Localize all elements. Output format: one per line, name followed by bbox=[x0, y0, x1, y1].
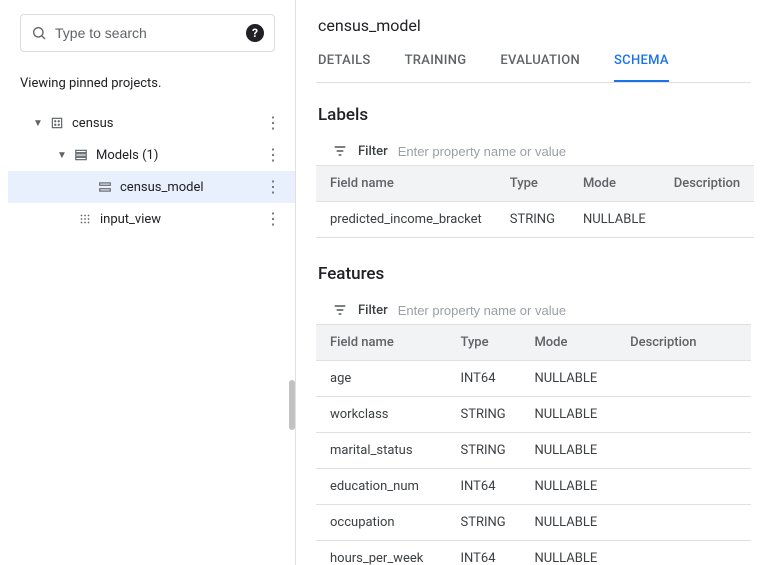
search-container: ? bbox=[20, 14, 275, 52]
table-row: education_numINT64NULLABLE bbox=[316, 469, 751, 505]
cell-type: INT64 bbox=[447, 361, 521, 397]
tab-training[interactable]: TRAINING bbox=[405, 53, 467, 82]
cell-desc bbox=[616, 505, 751, 541]
cell-mode: NULLABLE bbox=[520, 505, 616, 541]
col-type: Type bbox=[447, 325, 521, 361]
models-group-icon bbox=[72, 148, 90, 162]
tab-schema[interactable]: SCHEMA bbox=[614, 53, 669, 82]
table-row: ageINT64NULLABLE bbox=[316, 361, 751, 397]
table-row: marital_statusSTRINGNULLABLE bbox=[316, 433, 751, 469]
col-desc: Description bbox=[616, 325, 751, 361]
cell-field: marital_status bbox=[316, 433, 447, 469]
page-title: census_model bbox=[316, 16, 751, 35]
col-desc: Description bbox=[660, 166, 754, 202]
search-input[interactable] bbox=[55, 25, 246, 41]
cell-mode: NULLABLE bbox=[520, 469, 616, 505]
tree-node-project[interactable]: ▼ census ⋮ bbox=[8, 107, 295, 139]
cell-mode: NULLABLE bbox=[520, 397, 616, 433]
dataset-icon bbox=[48, 116, 66, 130]
tree-node-label: input_view bbox=[100, 212, 259, 227]
cell-desc bbox=[616, 433, 751, 469]
sidebar: ? Viewing pinned projects. ▼ census ⋮ ▼ … bbox=[0, 0, 296, 565]
tab-evaluation[interactable]: EVALUATION bbox=[500, 53, 580, 82]
viewing-pinned-label: Viewing pinned projects. bbox=[20, 76, 275, 91]
filter-label: Filter bbox=[358, 144, 388, 159]
project-tree: ▼ census ⋮ ▼ Models (1) ⋮ census_mo bbox=[0, 107, 295, 235]
cell-field: age bbox=[316, 361, 447, 397]
chevron-down-icon[interactable]: ▼ bbox=[28, 118, 48, 129]
cell-mode: NULLABLE bbox=[520, 541, 616, 565]
cell-type: STRING bbox=[447, 433, 521, 469]
labels-filter-row: Filter bbox=[316, 137, 751, 165]
col-mode: Mode bbox=[520, 325, 616, 361]
cell-desc bbox=[616, 397, 751, 433]
filter-icon[interactable] bbox=[332, 143, 348, 159]
cell-field: workclass bbox=[316, 397, 447, 433]
cell-mode: NULLABLE bbox=[520, 361, 616, 397]
col-field: Field name bbox=[316, 325, 447, 361]
kebab-icon[interactable]: ⋮ bbox=[259, 115, 287, 131]
kebab-icon[interactable]: ⋮ bbox=[259, 211, 287, 227]
cell-type: INT64 bbox=[447, 541, 521, 565]
cell-desc bbox=[660, 202, 754, 238]
search-icon bbox=[31, 25, 47, 41]
labels-filter-input[interactable] bbox=[398, 144, 751, 159]
table-row: occupationSTRINGNULLABLE bbox=[316, 505, 751, 541]
cell-type: STRING bbox=[496, 202, 569, 238]
features-heading: Features bbox=[318, 264, 751, 284]
tree-node-models-group[interactable]: ▼ Models (1) ⋮ bbox=[8, 139, 295, 171]
cell-type: INT64 bbox=[447, 469, 521, 505]
table-header-row: Field name Type Mode Description bbox=[316, 166, 754, 202]
cell-field: education_num bbox=[316, 469, 447, 505]
chevron-down-icon[interactable]: ▼ bbox=[52, 150, 72, 161]
main-content: census_model DETAILS TRAINING EVALUATION… bbox=[296, 0, 761, 565]
sidebar-scrollbar[interactable] bbox=[289, 380, 295, 430]
filter-label: Filter bbox=[358, 303, 388, 318]
cell-mode: NULLABLE bbox=[569, 202, 660, 238]
cell-type: STRING bbox=[447, 505, 521, 541]
cell-field: occupation bbox=[316, 505, 447, 541]
table-row: predicted_income_bracketSTRINGNULLABLE bbox=[316, 202, 754, 238]
model-icon bbox=[96, 180, 114, 194]
kebab-icon[interactable]: ⋮ bbox=[259, 147, 287, 163]
view-icon bbox=[76, 212, 94, 226]
tree-node-label: census bbox=[72, 116, 259, 131]
col-type: Type bbox=[496, 166, 569, 202]
tree-node-label: census_model bbox=[120, 180, 259, 195]
cell-field: hours_per_week bbox=[316, 541, 447, 565]
table-row: hours_per_weekINT64NULLABLE bbox=[316, 541, 751, 565]
cell-mode: NULLABLE bbox=[520, 433, 616, 469]
labels-section: Labels Filter Field name Type Mode Descr… bbox=[316, 105, 751, 238]
col-field: Field name bbox=[316, 166, 496, 202]
cell-type: STRING bbox=[447, 397, 521, 433]
tree-node-model[interactable]: census_model ⋮ bbox=[8, 171, 295, 203]
help-icon[interactable]: ? bbox=[246, 24, 264, 42]
tree-node-view[interactable]: input_view ⋮ bbox=[8, 203, 295, 235]
table-row: workclassSTRINGNULLABLE bbox=[316, 397, 751, 433]
cell-desc bbox=[616, 469, 751, 505]
tabs: DETAILS TRAINING EVALUATION SCHEMA bbox=[316, 53, 751, 83]
col-mode: Mode bbox=[569, 166, 660, 202]
tab-details[interactable]: DETAILS bbox=[318, 53, 371, 82]
features-table: Field name Type Mode Description ageINT6… bbox=[316, 324, 751, 565]
cell-field: predicted_income_bracket bbox=[316, 202, 496, 238]
features-filter-input[interactable] bbox=[398, 303, 751, 318]
cell-desc bbox=[616, 361, 751, 397]
kebab-icon[interactable]: ⋮ bbox=[259, 179, 287, 195]
features-section: Features Filter Field name Type Mode Des… bbox=[316, 264, 751, 565]
filter-icon[interactable] bbox=[332, 302, 348, 318]
labels-heading: Labels bbox=[318, 105, 751, 125]
labels-table: Field name Type Mode Description predict… bbox=[316, 165, 754, 238]
table-header-row: Field name Type Mode Description bbox=[316, 325, 751, 361]
features-filter-row: Filter bbox=[316, 296, 751, 324]
tree-node-label: Models (1) bbox=[96, 148, 259, 163]
cell-desc bbox=[616, 541, 751, 565]
